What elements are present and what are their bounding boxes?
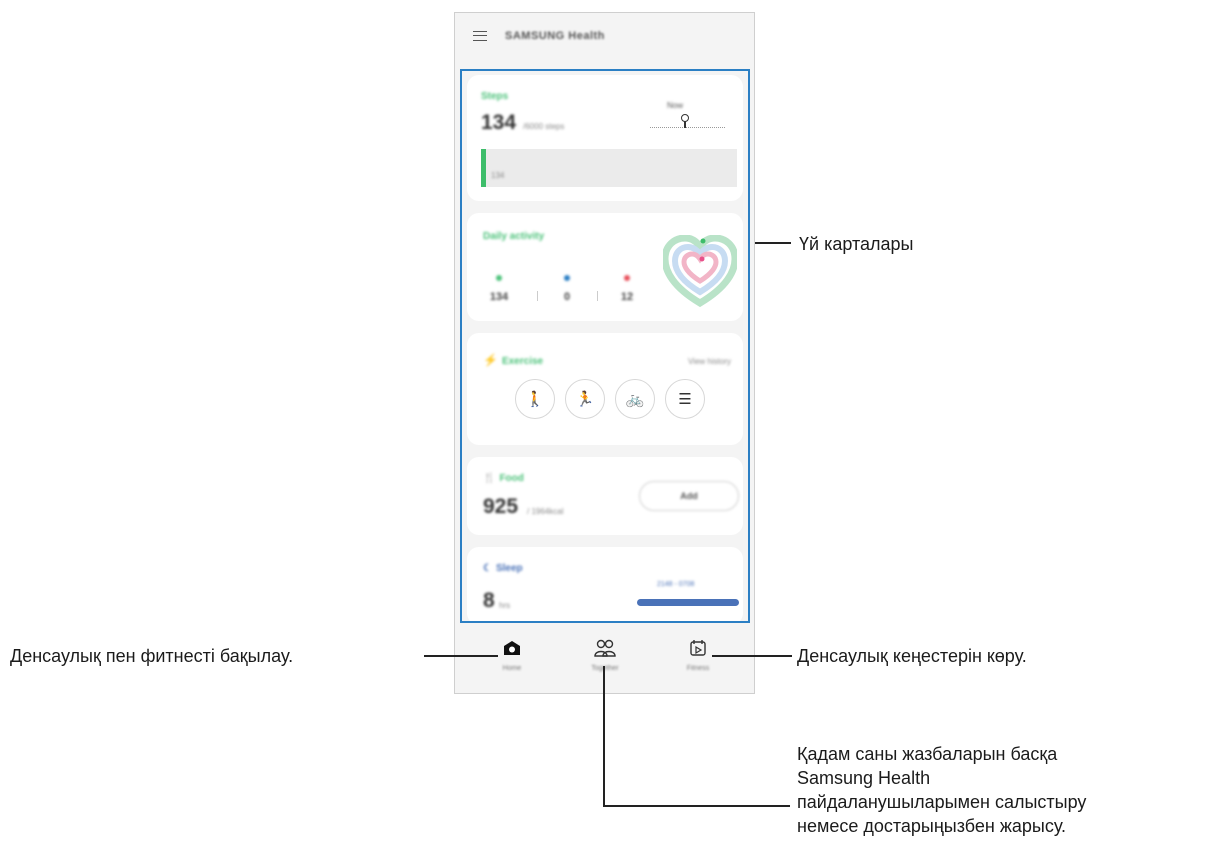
- callout-line-home-cards: [755, 242, 791, 244]
- flame-icon: [624, 275, 630, 281]
- callout-line-tips: [712, 655, 792, 657]
- phone-screen: SAMSUNG Health Steps 134 /6000 steps Now…: [454, 12, 755, 694]
- food-unit: / 1964kcal: [527, 507, 564, 516]
- cycling-icon[interactable]: 🚲: [615, 379, 655, 419]
- activity-steps-metric: 134: [479, 275, 519, 305]
- callout-tips: Денсаулық кеңестерін көру.: [797, 646, 1027, 666]
- separator: [537, 291, 538, 301]
- exercise-card[interactable]: ⚡ Exercise View history 🚶 🏃 🚲 ☰: [467, 333, 743, 445]
- steps-progress-bar: 134: [481, 149, 737, 187]
- moon-icon: ☾: [483, 563, 492, 574]
- menu-icon[interactable]: [473, 31, 487, 41]
- sleep-title: ☾ Sleep: [483, 563, 523, 574]
- food-title: 🍴 Food: [483, 473, 524, 484]
- callout-track: Денсаулық пен фитнесті бақылау.: [10, 646, 294, 666]
- shoe-icon: [496, 275, 502, 281]
- callout-compare-line-4: немесе достарыңызбен жарысу.: [797, 816, 1067, 836]
- steps-now-label: Now: [667, 101, 684, 110]
- steps-unit: /6000 steps: [523, 122, 565, 131]
- food-card[interactable]: 🍴 Food 925 / 1964kcal Add: [467, 457, 743, 535]
- callout-line-compare-vertical: [603, 666, 605, 806]
- steps-value: 134: [481, 111, 517, 134]
- activity-calories-value: 12: [620, 291, 634, 303]
- callout-compare-line-2: Samsung Health: [797, 768, 931, 788]
- nav-together-label: Together: [591, 665, 619, 672]
- steps-card[interactable]: Steps 134 /6000 steps Now 134: [467, 75, 743, 201]
- app-bar: SAMSUNG Health: [455, 13, 754, 61]
- walking-icon[interactable]: 🚶: [515, 379, 555, 419]
- activity-minutes-metric: 0: [547, 275, 587, 305]
- callout-home-cards: Үй карталары: [799, 234, 914, 254]
- people-icon: [560, 637, 650, 659]
- steps-title: Steps: [481, 91, 509, 102]
- add-food-button[interactable]: Add: [639, 481, 739, 511]
- view-history-link[interactable]: View history: [688, 357, 731, 366]
- sleep-value: 8: [483, 589, 495, 612]
- nav-together[interactable]: Together: [560, 637, 650, 672]
- daily-activity-title: Daily activity: [483, 231, 545, 242]
- add-food-label: Add: [680, 491, 698, 501]
- list-icon[interactable]: ☰: [665, 379, 705, 419]
- sleep-unit: hrs: [499, 601, 511, 610]
- nav-fitness-label: Fitness: [686, 665, 710, 672]
- nav-home-label: Home: [502, 665, 522, 672]
- running-icon: ⚡: [483, 353, 498, 367]
- activity-minutes-value: 0: [563, 291, 571, 303]
- sleep-bar: [637, 599, 739, 606]
- callout-compare: Қадам саны жазбаларын басқа Samsung Heal…: [797, 742, 1086, 838]
- sleep-card[interactable]: ☾ Sleep 8 hrs 2148 - 0708: [467, 547, 743, 621]
- sleep-time-range: 2148 - 0708: [657, 581, 695, 588]
- food-title-label: Food: [499, 473, 524, 484]
- steps-timeline: [650, 127, 725, 128]
- activity-heart-ring: [663, 235, 737, 308]
- food-value: 925: [483, 495, 519, 518]
- activity-steps-value: 134: [489, 291, 509, 303]
- callout-line-compare-horizontal: [603, 805, 790, 807]
- exercise-title-label: Exercise: [501, 356, 544, 367]
- running-icon[interactable]: 🏃: [565, 379, 605, 419]
- exercise-title: ⚡ Exercise: [483, 353, 543, 367]
- callout-compare-line-3: пайдаланушыларымен салыстыру: [797, 792, 1087, 812]
- activity-calories-metric: 12: [607, 275, 647, 305]
- location-pin-icon: [681, 114, 689, 128]
- clock-icon: [564, 275, 570, 281]
- home-cards-frame: Steps 134 /6000 steps Now 134 Daily acti…: [460, 69, 750, 623]
- sleep-title-label: Sleep: [495, 563, 523, 574]
- daily-activity-card[interactable]: Daily activity 134 0 12: [467, 213, 743, 321]
- steps-bar-label: 134: [491, 171, 505, 180]
- app-title: SAMSUNG Health: [505, 30, 605, 42]
- fork-knife-icon: 🍴: [483, 473, 496, 484]
- callout-line-track: [424, 655, 498, 657]
- separator: [597, 291, 598, 301]
- callout-compare-line-1: Қадам саны жазбаларын басқа: [797, 744, 1058, 764]
- steps-progress-fill: [481, 149, 486, 187]
